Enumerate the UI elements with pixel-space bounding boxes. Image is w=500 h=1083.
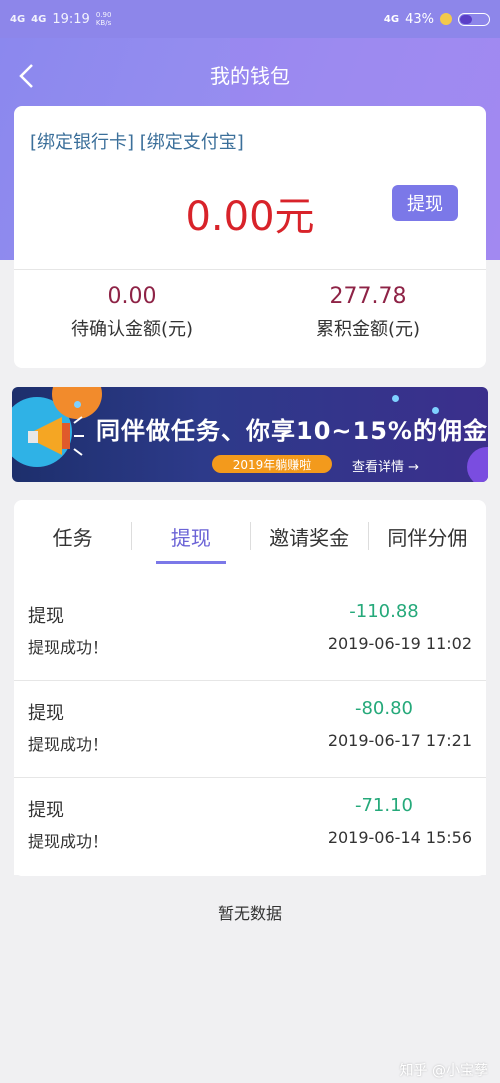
bind-alipay-link[interactable]: [绑定支付宝] bbox=[140, 132, 244, 153]
bind-bank-card-link[interactable]: [绑定银行卡] bbox=[30, 132, 134, 153]
banner-pill: 2019年躺赚啦 bbox=[212, 455, 332, 473]
divider bbox=[14, 269, 486, 270]
list-item[interactable]: 提现 提现成功！ -80.80 2019-06-17 17:21 bbox=[14, 681, 486, 778]
record-type: 提现 bbox=[28, 800, 64, 821]
tab-invite-bonus[interactable]: 邀请奖金 bbox=[251, 500, 368, 572]
page-title: 我的钱包 bbox=[210, 64, 290, 88]
megaphone-icon bbox=[28, 409, 88, 469]
signal-indicator-2: 4G bbox=[31, 13, 47, 25]
status-time: 19:19 bbox=[52, 11, 90, 27]
record-type: 提现 bbox=[28, 606, 64, 627]
record-status: 提现成功！ bbox=[28, 638, 109, 657]
record-amount: -80.80 bbox=[354, 698, 414, 719]
list-item[interactable]: 提现 提现成功！ -71.10 2019-06-14 15:56 bbox=[14, 778, 486, 875]
network-speed: 0.90 KB/s bbox=[95, 11, 112, 27]
record-time: 2019-06-14 15:56 bbox=[327, 828, 472, 847]
record-amount: -110.88 bbox=[349, 601, 419, 622]
record-amount: -71.10 bbox=[354, 795, 414, 816]
empty-note: 暂无数据 bbox=[217, 904, 282, 923]
total-amount: 277.78 bbox=[329, 284, 407, 309]
tab-withdraw[interactable]: 提现 bbox=[132, 500, 249, 572]
charging-icon bbox=[440, 13, 452, 25]
withdraw-button[interactable]: 提现 bbox=[392, 185, 458, 221]
battery-percent: 43% bbox=[405, 11, 434, 27]
network-type: 4G bbox=[383, 13, 400, 25]
watermark: 知乎 @小宝孳 bbox=[399, 1063, 488, 1079]
pending-amount: 0.00 bbox=[107, 284, 157, 309]
status-bar: 4G 4G 19:19 0.90 KB/s 4G 43% bbox=[0, 0, 500, 38]
bind-links: [绑定银行卡] [绑定支付宝] bbox=[30, 128, 244, 154]
tab-tasks[interactable]: 任务 bbox=[14, 500, 131, 572]
total-stat: 277.78 累积金额(元) bbox=[250, 284, 486, 341]
record-time: 2019-06-17 17:21 bbox=[327, 731, 472, 750]
record-status: 提现成功！ bbox=[28, 832, 109, 851]
records-list: 提现 提现成功！ -110.88 2019-06-19 11:02 提现 提现成… bbox=[14, 584, 486, 876]
record-type: 提现 bbox=[28, 703, 64, 724]
pending-stat: 0.00 待确认金额(元) bbox=[14, 284, 250, 341]
record-status: 提现成功！ bbox=[28, 735, 109, 754]
banner-title: 同伴做任务、你享10~15%的佣金 bbox=[96, 417, 488, 445]
banner-more-link[interactable]: 查看详情 → bbox=[352, 456, 419, 475]
wallet-card: [绑定银行卡] [绑定支付宝] 0.00元 提现 0.00 待确认金额(元) 2… bbox=[14, 106, 486, 368]
tab-partner-commission[interactable]: 同伴分佣 bbox=[369, 500, 486, 572]
pending-label: 待确认金额(元) bbox=[70, 319, 194, 340]
promo-banner[interactable]: 同伴做任务、你享10~15%的佣金 2019年躺赚啦 查看详情 → bbox=[12, 387, 488, 482]
signal-indicator: 4G bbox=[10, 13, 26, 25]
battery-icon bbox=[458, 12, 490, 26]
list-item[interactable]: 提现 提现成功！ -110.88 2019-06-19 11:02 bbox=[14, 584, 486, 681]
record-time: 2019-06-19 11:02 bbox=[327, 634, 472, 653]
tab-bar: 任务 提现 邀请奖金 同伴分佣 bbox=[14, 500, 486, 572]
total-label: 累积金额(元) bbox=[315, 319, 421, 340]
